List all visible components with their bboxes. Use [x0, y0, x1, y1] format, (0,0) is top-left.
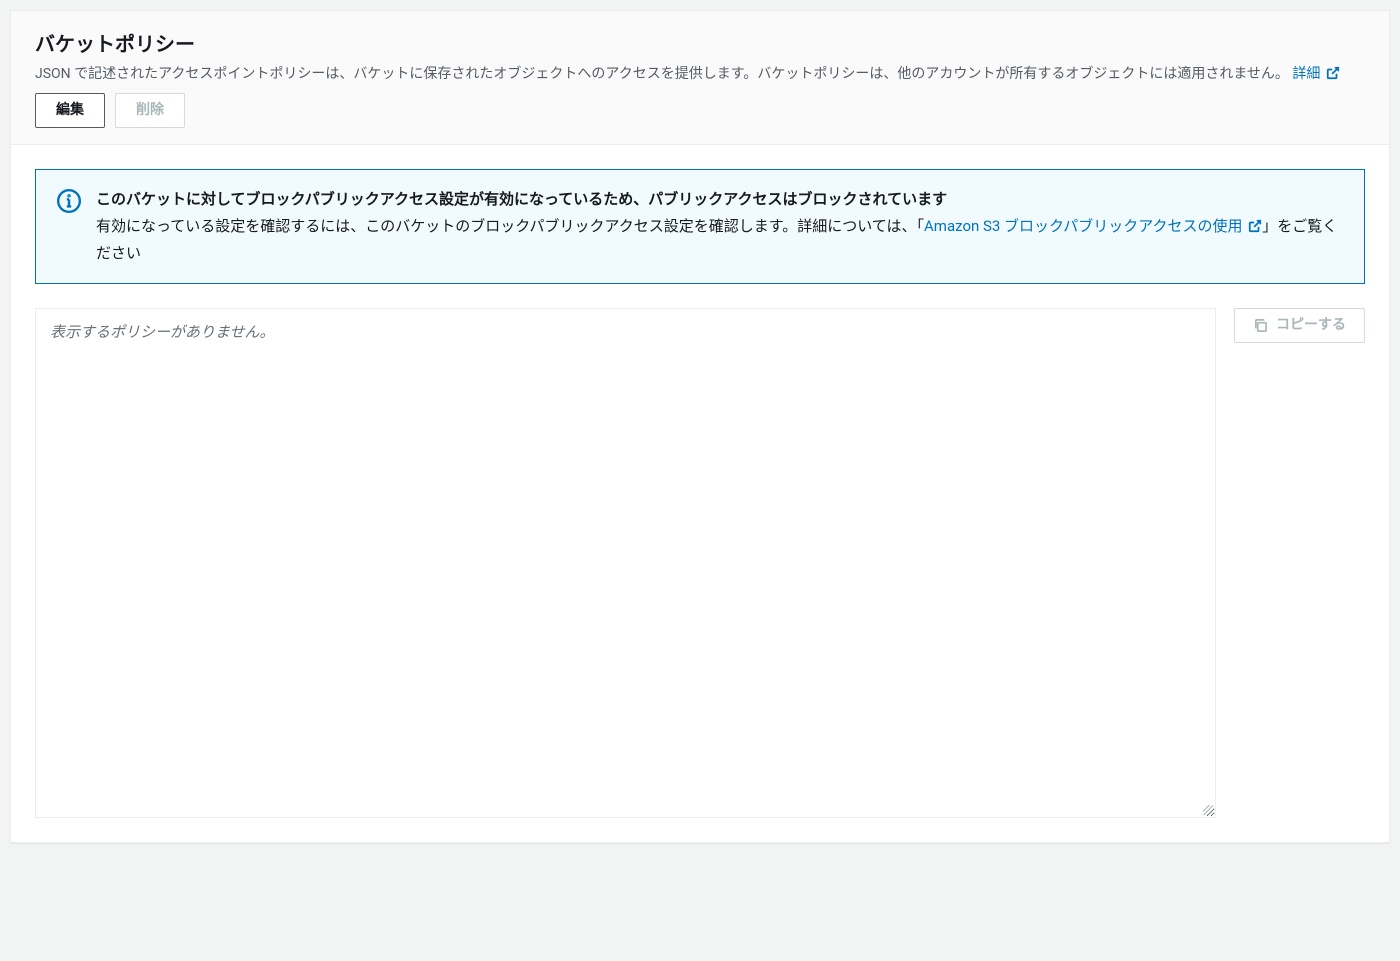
external-link-icon	[1326, 66, 1340, 80]
edit-button[interactable]: 編集	[35, 93, 105, 128]
alert-text: 有効になっている設定を確認するには、このバケットのブロックパブリックアクセス設定…	[96, 213, 1344, 267]
alert-content: このバケットに対してブロックパブリックアクセス設定が有効になっているため、パブリ…	[96, 186, 1344, 267]
bucket-policy-panel: バケットポリシー JSON で記述されたアクセスポイントポリシーは、バケットに保…	[10, 10, 1390, 843]
alert-title: このバケットに対してブロックパブリックアクセス設定が有効になっているため、パブリ…	[96, 186, 1344, 213]
info-icon	[56, 188, 82, 214]
policy-editor[interactable]: 表示するポリシーがありません。	[35, 308, 1216, 818]
alert-link-label: Amazon S3 ブロックパブリックアクセスの使用	[924, 217, 1246, 235]
panel-description: JSON で記述されたアクセスポイントポリシーは、バケットに保存されたオブジェク…	[35, 63, 1365, 85]
copy-button: コピーする	[1234, 308, 1365, 343]
panel-title: バケットポリシー	[35, 31, 1365, 57]
button-row: 編集 削除	[35, 93, 1365, 128]
panel-body: このバケットに対してブロックパブリックアクセス設定が有効になっているため、パブリ…	[11, 145, 1389, 842]
learn-more-link[interactable]: 詳細	[1292, 66, 1339, 82]
description-text: JSON で記述されたアクセスポイントポリシーは、バケットに保存されたオブジェク…	[35, 66, 1289, 82]
alert-text-prefix: 有効になっている設定を確認するには、このバケットのブロックパブリックアクセス設定…	[96, 217, 924, 235]
panel-header: バケットポリシー JSON で記述されたアクセスポイントポリシーは、バケットに保…	[11, 11, 1389, 145]
copy-icon	[1253, 318, 1268, 333]
learn-more-label: 詳細	[1292, 66, 1323, 82]
block-public-access-link[interactable]: Amazon S3 ブロックパブリックアクセスの使用	[924, 217, 1262, 235]
policy-row: 表示するポリシーがありません。 コピーする	[35, 308, 1365, 818]
delete-button: 削除	[115, 93, 185, 128]
copy-label: コピーする	[1276, 315, 1346, 336]
info-alert: このバケットに対してブロックパブリックアクセス設定が有効になっているため、パブリ…	[35, 169, 1365, 284]
external-link-icon	[1248, 219, 1262, 233]
